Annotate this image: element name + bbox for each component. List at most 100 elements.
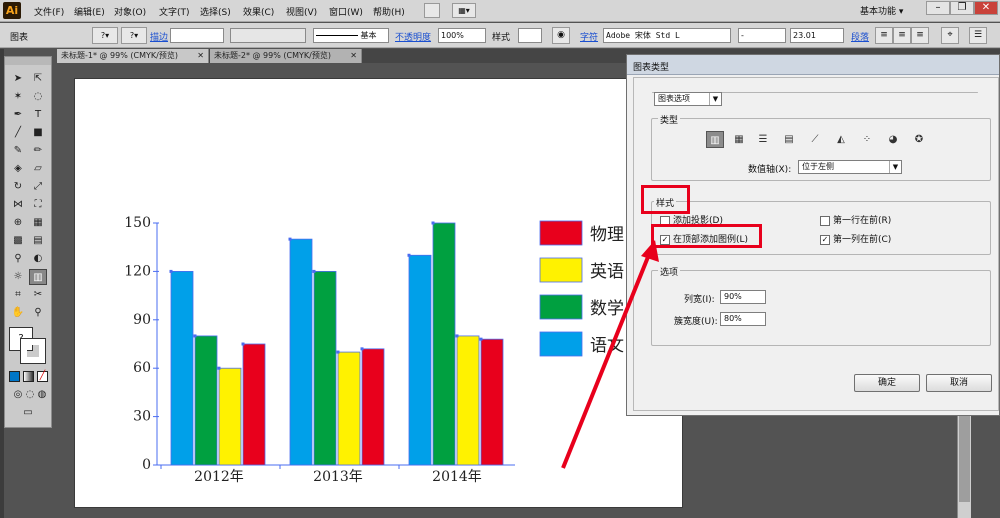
menu-item[interactable]: 窗口(W) bbox=[329, 5, 363, 18]
artboard-tool-icon[interactable]: ⌗ bbox=[9, 287, 27, 303]
legend-label: 物理 bbox=[590, 225, 624, 245]
selection-type-label: 图表 bbox=[10, 33, 29, 43]
graph-options-select[interactable]: 图表选项 ▼ bbox=[654, 92, 722, 106]
type-tool-icon[interactable]: T bbox=[29, 107, 47, 123]
column-chart-type-icon[interactable]: ▥ bbox=[706, 131, 724, 148]
paintbrush-icon[interactable]: ✎ bbox=[9, 143, 27, 159]
menu-item[interactable]: 视图(V) bbox=[286, 5, 317, 18]
stroke-swatch[interactable]: ?▾ bbox=[121, 27, 147, 44]
blend-tool-icon[interactable]: ◐ bbox=[29, 251, 47, 267]
scatter-chart-type-icon[interactable]: ⁘ bbox=[858, 131, 876, 148]
align-center-icon[interactable]: ≡ bbox=[893, 27, 911, 44]
font-style-select[interactable]: - bbox=[738, 28, 786, 43]
menu-item[interactable]: 文件(F) bbox=[34, 5, 64, 18]
column-chart[interactable]: 0 30 60 90 120 150 2012年 2013年 2014年 物理英语数学语文 bbox=[75, 79, 684, 509]
bar-chart-type-icon[interactable]: ☰ bbox=[754, 131, 772, 148]
transform-icon[interactable]: ⌖ bbox=[941, 27, 959, 44]
close-icon[interactable]: ✕ bbox=[197, 49, 204, 63]
pie-chart-type-icon[interactable]: ◕ bbox=[884, 131, 902, 148]
column-width-input[interactable]: 90% bbox=[720, 290, 766, 304]
opacity-link[interactable]: 不透明度 bbox=[395, 30, 431, 43]
radar-chart-type-icon[interactable]: ✪ bbox=[910, 131, 928, 148]
checkbox-box bbox=[820, 215, 830, 226]
direct-selection-tool-icon[interactable]: ⇱ bbox=[29, 71, 47, 87]
eyedropper-icon[interactable]: ⚲ bbox=[9, 251, 27, 267]
stacked-column-chart-icon[interactable]: ▦ bbox=[730, 131, 748, 148]
stroke-weight-input[interactable] bbox=[170, 28, 224, 43]
align-right-icon[interactable]: ≡ bbox=[911, 27, 929, 44]
line-chart-type-icon[interactable]: ⟋ bbox=[806, 131, 824, 148]
tab-document-2[interactable]: 未标题-2* @ 99% (CMYK/预览) ✕ bbox=[210, 49, 362, 63]
magic-wand-icon[interactable]: ✶ bbox=[9, 89, 27, 105]
dialog-titlebar[interactable]: 图表类型 bbox=[627, 55, 999, 75]
zoom-tool-icon[interactable]: ⚲ bbox=[29, 305, 47, 321]
y-tick-label: 0 bbox=[142, 457, 151, 473]
menu-item[interactable]: 帮助(H) bbox=[373, 5, 405, 18]
menu-item[interactable]: 效果(C) bbox=[243, 5, 274, 18]
free-transform-icon[interactable]: ⛶ bbox=[29, 197, 47, 213]
graphic-style-picker[interactable] bbox=[518, 28, 542, 43]
pen-tool-icon[interactable]: ✒ bbox=[9, 107, 27, 123]
bridge-icon[interactable] bbox=[424, 3, 440, 18]
variable-width-profile[interactable] bbox=[230, 28, 306, 43]
stroke-link[interactable]: 描边 bbox=[150, 30, 168, 43]
symbol-sprayer-icon[interactable]: ☼ bbox=[9, 269, 27, 285]
lasso-icon[interactable]: ◌ bbox=[29, 89, 47, 105]
hand-tool-icon[interactable]: ✋ bbox=[9, 305, 27, 321]
draw-inside-icon[interactable]: ◍ bbox=[33, 387, 51, 403]
blob-brush-icon[interactable]: ◈ bbox=[9, 161, 27, 177]
close-window-button[interactable]: ✕ bbox=[974, 1, 998, 15]
first-column-front-checkbox[interactable]: ✓ 第一列在前(C) bbox=[820, 232, 891, 245]
workspace-label: 基本功能 bbox=[860, 7, 897, 17]
tab-document-1[interactable]: 未标题-1* @ 99% (CMYK/预览) ✕ bbox=[57, 49, 209, 63]
stacked-bar-chart-icon[interactable]: ▤ bbox=[780, 131, 798, 148]
panel-menu-icon[interactable]: ☰ bbox=[969, 27, 987, 44]
opacity-input[interactable]: 100% bbox=[438, 28, 486, 43]
pencil-icon[interactable]: ✏ bbox=[29, 143, 47, 159]
first-row-front-checkbox[interactable]: 第一行在前(R) bbox=[820, 213, 891, 226]
recolor-icon[interactable]: ◉ bbox=[552, 27, 570, 44]
menu-item[interactable]: 对象(O) bbox=[114, 5, 146, 18]
perspective-grid-icon[interactable]: ▦ bbox=[29, 215, 47, 231]
minimize-button[interactable]: – bbox=[926, 1, 950, 15]
scrollbar-thumb[interactable] bbox=[959, 402, 970, 502]
eraser-icon[interactable]: ▱ bbox=[29, 161, 47, 177]
selection-tool-icon[interactable]: ➤ bbox=[9, 71, 27, 87]
menu-item[interactable]: 文字(T) bbox=[159, 5, 190, 18]
fill-swatch[interactable]: ?▾ bbox=[92, 27, 118, 44]
align-left-icon[interactable]: ≡ bbox=[875, 27, 893, 44]
style-label: 样式 bbox=[492, 33, 511, 43]
rotate-tool-icon[interactable]: ↻ bbox=[9, 179, 27, 195]
color-mode-icon[interactable] bbox=[9, 371, 20, 382]
none-mode-icon[interactable]: ╱ bbox=[37, 371, 48, 382]
restore-button[interactable]: ❐ bbox=[950, 1, 974, 15]
line-tool-icon[interactable]: ╱ bbox=[9, 125, 27, 141]
gradient-tool-icon[interactable]: ▤ bbox=[29, 233, 47, 249]
tools-panel-header[interactable] bbox=[5, 57, 51, 65]
font-family-select[interactable]: Adobe 宋体 Std L bbox=[603, 28, 731, 43]
character-link[interactable]: 字符 bbox=[580, 30, 598, 43]
scale-tool-icon[interactable]: ⤢ bbox=[29, 179, 47, 195]
menu-item[interactable]: 选择(S) bbox=[200, 5, 231, 18]
value-axis-select[interactable]: 位于左侧 ▼ bbox=[798, 160, 902, 174]
ok-button[interactable]: 确定 bbox=[854, 374, 920, 392]
paragraph-link[interactable]: 段落 bbox=[851, 30, 869, 43]
arrange-documents-icon[interactable]: ▦▾ bbox=[452, 3, 476, 18]
brush-definition[interactable]: 基本 bbox=[313, 28, 389, 43]
screen-mode-icon[interactable]: ▭ bbox=[19, 405, 37, 421]
gradient-mode-icon[interactable] bbox=[23, 371, 34, 382]
mesh-tool-icon[interactable]: ▩ bbox=[9, 233, 27, 249]
workspace-switcher[interactable]: 基本功能 ▾ bbox=[860, 4, 924, 18]
menu-item[interactable]: 编辑(E) bbox=[74, 5, 105, 18]
cancel-button[interactable]: 取消 bbox=[926, 374, 992, 392]
area-chart-type-icon[interactable]: ◭ bbox=[832, 131, 850, 148]
column-graph-tool-icon[interactable]: ▥ bbox=[29, 269, 47, 285]
rectangle-tool-icon[interactable]: ■ bbox=[29, 125, 47, 141]
close-icon[interactable]: ✕ bbox=[350, 49, 357, 63]
font-size-input[interactable]: 23.01 bbox=[790, 28, 844, 43]
cluster-width-input[interactable]: 80% bbox=[720, 312, 766, 326]
slice-tool-icon[interactable]: ✂ bbox=[29, 287, 47, 303]
stroke-color-box[interactable] bbox=[20, 338, 46, 364]
shape-builder-icon[interactable]: ⊕ bbox=[9, 215, 27, 231]
width-tool-icon[interactable]: ⋈ bbox=[9, 197, 27, 213]
